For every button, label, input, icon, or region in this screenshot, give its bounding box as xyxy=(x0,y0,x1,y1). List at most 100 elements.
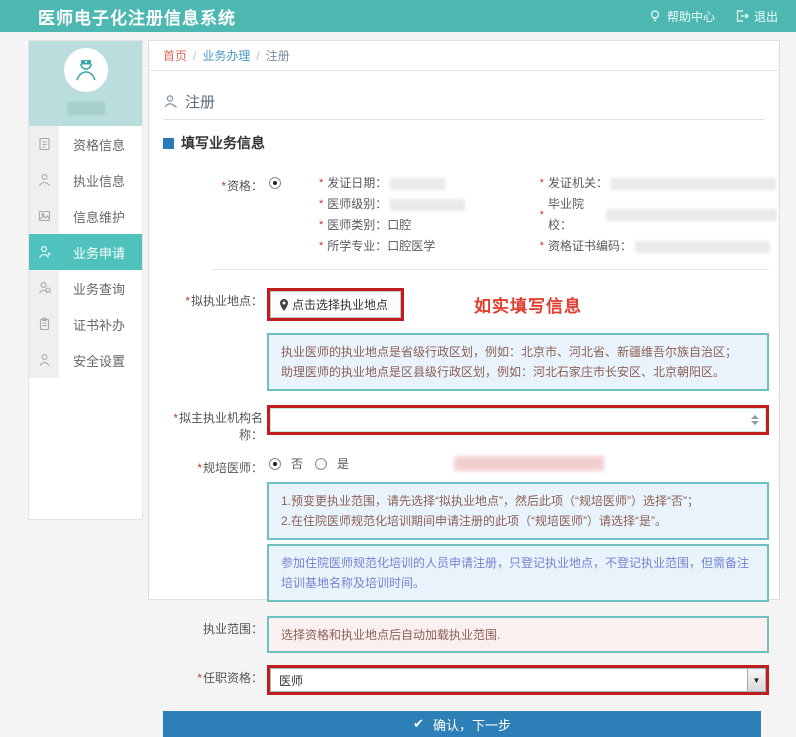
trainee-radio-no[interactable]: 否 xyxy=(267,455,303,472)
detail-doctor-level: *医师级别： xyxy=(319,194,540,215)
chevron-down-icon[interactable]: ▼ xyxy=(747,669,765,691)
sidebar-item-practice-info[interactable]: 执业信息 xyxy=(29,162,142,198)
confirm-next-button[interactable]: ✔ 确认，下一步 xyxy=(163,711,761,737)
redacted-value xyxy=(390,199,465,211)
logout-icon xyxy=(735,9,749,23)
main-org-row: *拟主执业机构名称： xyxy=(153,405,769,443)
practice-location-label: *拟执业地点： xyxy=(153,288,263,309)
logout-label: 退出 xyxy=(754,8,778,25)
job-title-label: *任职资格： xyxy=(153,665,263,686)
sidebar-item-qualification-info[interactable]: 资格信息 xyxy=(29,126,142,162)
check-icon: ✔ xyxy=(413,716,424,732)
header-actions: 帮助中心 退出 xyxy=(648,8,778,25)
redacted-user-name xyxy=(67,102,105,115)
sidebar-item-label: 信息维护 xyxy=(59,198,142,234)
trainee-note-box: 参加住院医师规范化培训的人员申请注册，只登记执业地点，不登记执业范围，但需备注培… xyxy=(267,544,769,602)
person-icon xyxy=(29,234,59,270)
doctor-avatar-icon xyxy=(72,56,100,84)
trainee-hint-box: 1.预变更执业范围，请先选择“拟执业地点”，然后此项（“规培医师”）选择“否”；… xyxy=(267,482,769,540)
help-center-label: 帮助中心 xyxy=(667,8,715,25)
detail-graduate-school: *毕业院校： xyxy=(540,194,778,236)
trainee-row: *规培医师： 否 是 xyxy=(153,455,769,476)
person-icon xyxy=(29,162,59,198)
location-hint-line2: 助理医师的执业地点是区县级行政区划，例如：河北石家庄市长安区、北京朝阳区。 xyxy=(281,362,755,382)
main-org-label: *拟主执业机构名称： xyxy=(153,405,263,443)
breadcrumb-separator: / xyxy=(193,49,196,63)
qualification-row: *资格： *发证日期： *医师级别： *医师类别：口腔 *所学专业：口腔医学 *… xyxy=(153,173,769,257)
registration-form: *资格： *发证日期： *医师级别： *医师类别：口腔 *所学专业：口腔医学 *… xyxy=(149,153,779,737)
document-icon xyxy=(29,126,59,162)
annotation-box: 医师 ▼ xyxy=(267,665,769,695)
redacted-value xyxy=(606,209,777,221)
redacted-value xyxy=(635,241,770,253)
trainee-hint-line1: 1.预变更执业范围，请先选择“拟执业地点”，然后此项（“规培医师”）选择“否”； xyxy=(281,491,755,511)
detail-major: *所学专业：口腔医学 xyxy=(319,236,540,257)
practice-scope-hint: 选择资格和执业地点后自动加载执业范围. xyxy=(281,628,500,642)
annotation-text: 如实填写信息 xyxy=(474,292,582,317)
top-header: 医师电子化注册信息系统 帮助中心 退出 xyxy=(0,0,796,32)
select-location-button-label: 点击选择执业地点 xyxy=(292,296,388,313)
sidebar-item-label: 业务申请 xyxy=(59,234,142,270)
redacted-value xyxy=(611,178,776,190)
trainee-hint-line2: 2.在住院医师规范化培训期间申请注册的此项（“规培医师”）请选择“是”。 xyxy=(281,511,755,531)
breadcrumb: 首页 / 业务办理 / 注册 xyxy=(149,41,779,71)
sidebar-item-label: 执业信息 xyxy=(59,162,142,198)
page-background: 医师电子化注册信息系统 帮助中心 退出 xyxy=(0,0,796,618)
sidebar-item-label: 资格信息 xyxy=(59,126,142,162)
annotation-box xyxy=(267,405,769,435)
location-pin-icon xyxy=(279,299,289,311)
main-org-input[interactable] xyxy=(270,408,766,432)
photo-icon xyxy=(29,198,59,234)
job-title-value: 医师 xyxy=(271,672,747,689)
sidebar-item-label: 业务查询 xyxy=(59,270,142,306)
section-divider xyxy=(213,269,769,270)
detail-issue-date: *发证日期： xyxy=(319,173,540,194)
detail-doctor-category: *医师类别：口腔 xyxy=(319,215,540,236)
trainee-label: *规培医师： xyxy=(153,455,263,476)
sidebar-item-info-maintenance[interactable]: 信息维护 xyxy=(29,198,142,234)
user-profile-block xyxy=(29,41,142,126)
job-title-select[interactable]: 医师 ▼ xyxy=(270,668,766,692)
app-title: 医师电子化注册信息系统 xyxy=(38,4,236,29)
avatar xyxy=(64,48,108,92)
detail-issue-authority: *发证机关： xyxy=(540,173,778,194)
clipboard-icon xyxy=(29,306,59,342)
qualification-label: *资格： xyxy=(153,173,263,194)
practice-scope-row: 执业范围： 选择资格和执业地点后自动加载执业范围. xyxy=(153,616,769,653)
sidebar-item-certificate-reissue[interactable]: 证书补办 xyxy=(29,306,142,342)
job-title-row: *任职资格： 医师 ▼ xyxy=(153,665,769,695)
breadcrumb-separator: / xyxy=(256,49,259,63)
breadcrumb-business[interactable]: 业务办理 xyxy=(202,47,250,64)
breadcrumb-current: 注册 xyxy=(266,47,290,64)
spinner-icon[interactable] xyxy=(751,415,759,425)
main-panel: 首页 / 业务办理 / 注册 注册 填写业务信息 *资格： xyxy=(148,40,780,600)
qualification-details: *发证日期： *医师级别： *医师类别：口腔 *所学专业：口腔医学 *发证机关：… xyxy=(319,173,777,257)
sidebar-item-business-application[interactable]: 业务申请 xyxy=(29,234,142,270)
breadcrumb-home[interactable]: 首页 xyxy=(163,47,187,64)
confirm-next-label: 确认，下一步 xyxy=(433,715,511,734)
sidebar-item-label: 安全设置 xyxy=(59,342,142,378)
help-center-link[interactable]: 帮助中心 xyxy=(648,8,715,25)
lightbulb-icon xyxy=(648,9,662,23)
sidebar-item-label: 证书补办 xyxy=(59,306,142,342)
practice-scope-label: 执业范围： xyxy=(153,616,263,637)
trainee-radio-yes[interactable]: 是 xyxy=(313,455,349,472)
location-hint-line1: 执业医师的执业地点是省级行政区划，例如：北京市、河北省、新疆维吾尔族自治区； xyxy=(281,342,755,362)
trainee-note-text: 参加住院医师规范化培训的人员申请注册，只登记执业地点，不登记执业范围，但需备注培… xyxy=(281,553,755,593)
sidebar-item-security-settings[interactable]: 安全设置 xyxy=(29,342,142,378)
detail-certificate-code: *资格证书编码： xyxy=(540,236,778,257)
page-title: 注册 xyxy=(163,91,765,120)
sidebar-item-business-query[interactable]: 业务查询 xyxy=(29,270,142,306)
person-search-icon xyxy=(29,270,59,306)
select-location-button[interactable]: 点击选择执业地点 xyxy=(270,291,401,318)
annotation-box: 点击选择执业地点 xyxy=(267,288,404,321)
blue-square-bullet xyxy=(163,138,174,149)
sidebar: 资格信息 执业信息 信息维护 业务申请 业务查询 xyxy=(28,40,143,520)
logout-link[interactable]: 退出 xyxy=(735,8,778,25)
practice-location-row: *拟执业地点： 点击选择执业地点 如实填写信息 xyxy=(153,288,769,321)
person-lock-icon xyxy=(29,342,59,378)
practice-scope-hint-box: 选择资格和执业地点后自动加载执业范围. xyxy=(267,616,769,653)
page-title-text: 注册 xyxy=(185,91,215,112)
qualification-radio[interactable] xyxy=(269,177,281,189)
redacted-annotation xyxy=(454,456,604,471)
